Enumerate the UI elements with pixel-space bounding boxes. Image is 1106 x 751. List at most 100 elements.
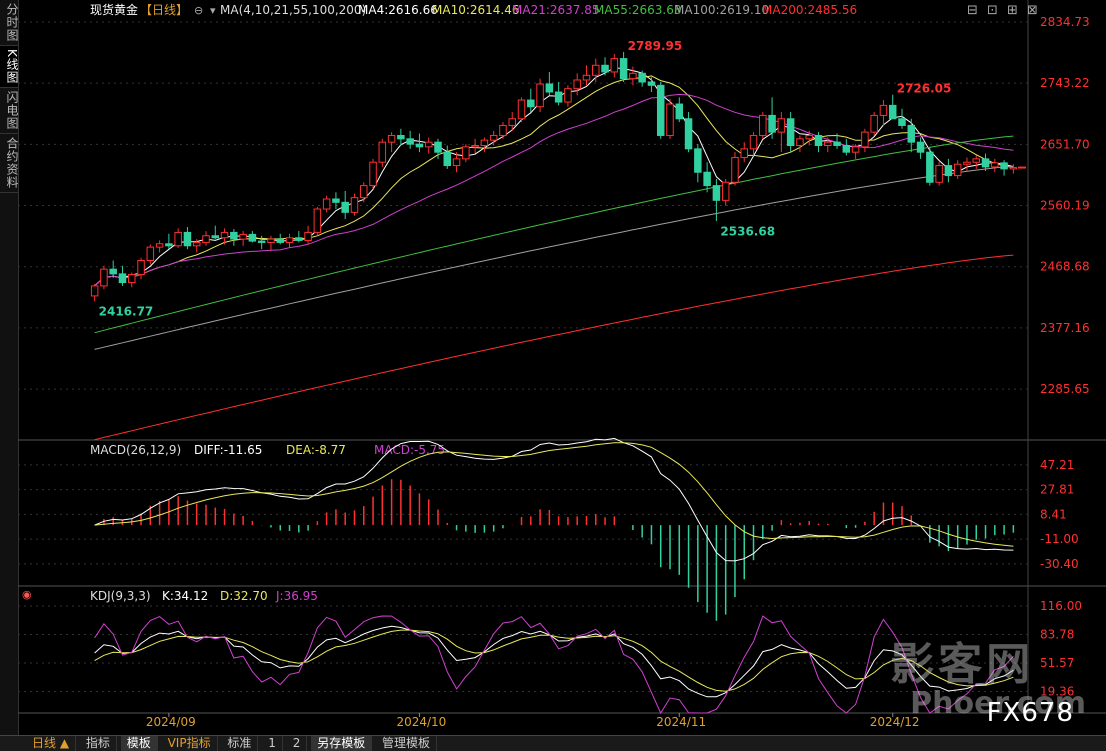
candle	[582, 74, 591, 81]
tab-1[interactable]: 1	[262, 736, 283, 751]
period-selector[interactable]: 日线 ▲	[0, 736, 77, 751]
candle	[759, 114, 767, 136]
candle	[146, 246, 155, 261]
price-tick-label: 2468.68	[1040, 260, 1090, 274]
close-icon[interactable]: ⊠	[1027, 3, 1038, 18]
macd-tick-label: 27.81	[1040, 483, 1074, 497]
kdj-tick-label: 51.57	[1040, 656, 1074, 670]
ma-value: MA55:2663.63	[594, 3, 682, 17]
price-tick-label: 2743.22	[1040, 76, 1090, 90]
candle	[517, 99, 526, 120]
x-tick-label: 2024/12	[870, 715, 920, 729]
candle	[471, 145, 479, 148]
candle	[369, 161, 377, 187]
candle	[1009, 167, 1018, 170]
chart-area[interactable]: 2834.73 2743.22 2651.70 2560.19 2468.68 2377.…	[18, 0, 1106, 735]
macd-dea-line	[94, 442, 1014, 547]
ma-label: MA(4,10,21,55,100,200)	[220, 3, 366, 17]
maximize-icon[interactable]: ⊞	[1007, 3, 1018, 18]
candle	[248, 233, 257, 242]
tab-vip-indicator[interactable]: VIP指标	[162, 736, 218, 751]
candle	[879, 104, 888, 116]
candle	[721, 181, 730, 201]
x-tick-label: 2024/09	[146, 715, 196, 729]
macd-tick-label: -30.40	[1040, 557, 1079, 571]
tab-indicator[interactable]: 指标	[80, 736, 117, 751]
candle	[953, 163, 962, 177]
candle	[833, 141, 841, 147]
candle	[870, 114, 878, 133]
tab-timeshare[interactable]: 分时图	[0, 0, 19, 46]
candle	[174, 231, 182, 247]
save-template-button[interactable]: 另存模板	[311, 736, 373, 751]
macd-tick-label: -11.00	[1040, 532, 1079, 546]
price-tick-label: 2834.73	[1040, 15, 1090, 29]
candle	[963, 161, 971, 165]
candle	[462, 146, 470, 160]
manage-template-button[interactable]: 管理模板	[376, 736, 438, 751]
candle	[638, 72, 646, 83]
candle	[211, 235, 220, 239]
candle	[916, 141, 925, 153]
tab-flash[interactable]: 闪电图	[0, 88, 19, 134]
candle	[220, 231, 229, 239]
x-tick-label: 2024/11	[656, 715, 706, 729]
tab-contract-info[interactable]: 合约资料	[0, 134, 19, 193]
candle	[601, 64, 609, 73]
candle	[610, 58, 619, 73]
candle	[137, 259, 145, 276]
candle	[619, 58, 628, 80]
candle	[257, 240, 266, 243]
candle	[712, 185, 721, 201]
candle	[109, 268, 117, 275]
candle	[508, 118, 516, 126]
candle	[397, 134, 405, 140]
candle	[360, 185, 368, 199]
extreme-label: 2416.77	[99, 304, 154, 318]
kdj-j-line	[94, 615, 1014, 715]
candle	[545, 83, 554, 93]
candle	[768, 114, 776, 133]
price-tick-label: 2285.65	[1040, 382, 1090, 396]
macd-value: DIFF:-11.65	[194, 443, 262, 457]
extreme-label: 2789.95	[628, 39, 683, 53]
macd-value: MACD:-5.75	[374, 443, 445, 457]
candle	[554, 91, 563, 103]
extreme-label: 2726.05	[897, 82, 952, 96]
bottom-toolbar: 日线 ▲ 指标 模板 VIP指标 标准 1 2 另存模板 管理模板	[0, 735, 1106, 751]
candle	[415, 143, 424, 148]
view-sidebar: 分时图 K线图 闪电图 合约资料	[0, 0, 19, 735]
restore-icon[interactable]: ⊡	[987, 3, 998, 18]
ma-value: MA100:2619.10	[674, 3, 769, 17]
candle	[527, 99, 535, 108]
tab-kline[interactable]: K线图	[0, 46, 19, 88]
candle	[796, 138, 804, 147]
candle	[656, 84, 665, 136]
candle	[276, 238, 284, 243]
candle	[285, 237, 294, 243]
candle	[842, 145, 851, 153]
settings-icon: ⊖	[194, 4, 203, 17]
tab-standard[interactable]: 标准	[221, 736, 259, 751]
candle	[991, 162, 999, 168]
kdj-tick-label: 19.36	[1040, 684, 1074, 698]
candle	[898, 118, 906, 126]
watermark-brand: FX678	[986, 698, 1074, 728]
candle	[694, 148, 702, 173]
candle	[805, 134, 813, 140]
tab-2[interactable]: 2	[287, 736, 308, 751]
price-tick-label: 2651.70	[1040, 137, 1090, 151]
candle	[322, 198, 331, 210]
minimize-icon[interactable]: ⊟	[967, 3, 978, 18]
candle	[183, 231, 192, 247]
candle	[387, 134, 396, 143]
kdj-tick-label: 83.78	[1040, 627, 1074, 641]
candle	[230, 231, 238, 240]
macd-value: DEA:-8.77	[286, 443, 346, 457]
ma-line-200	[94, 254, 1014, 441]
candle	[304, 231, 312, 241]
candle	[647, 81, 656, 86]
tab-template[interactable]: 模板	[120, 736, 158, 751]
candle	[192, 241, 201, 247]
candle	[573, 79, 581, 90]
